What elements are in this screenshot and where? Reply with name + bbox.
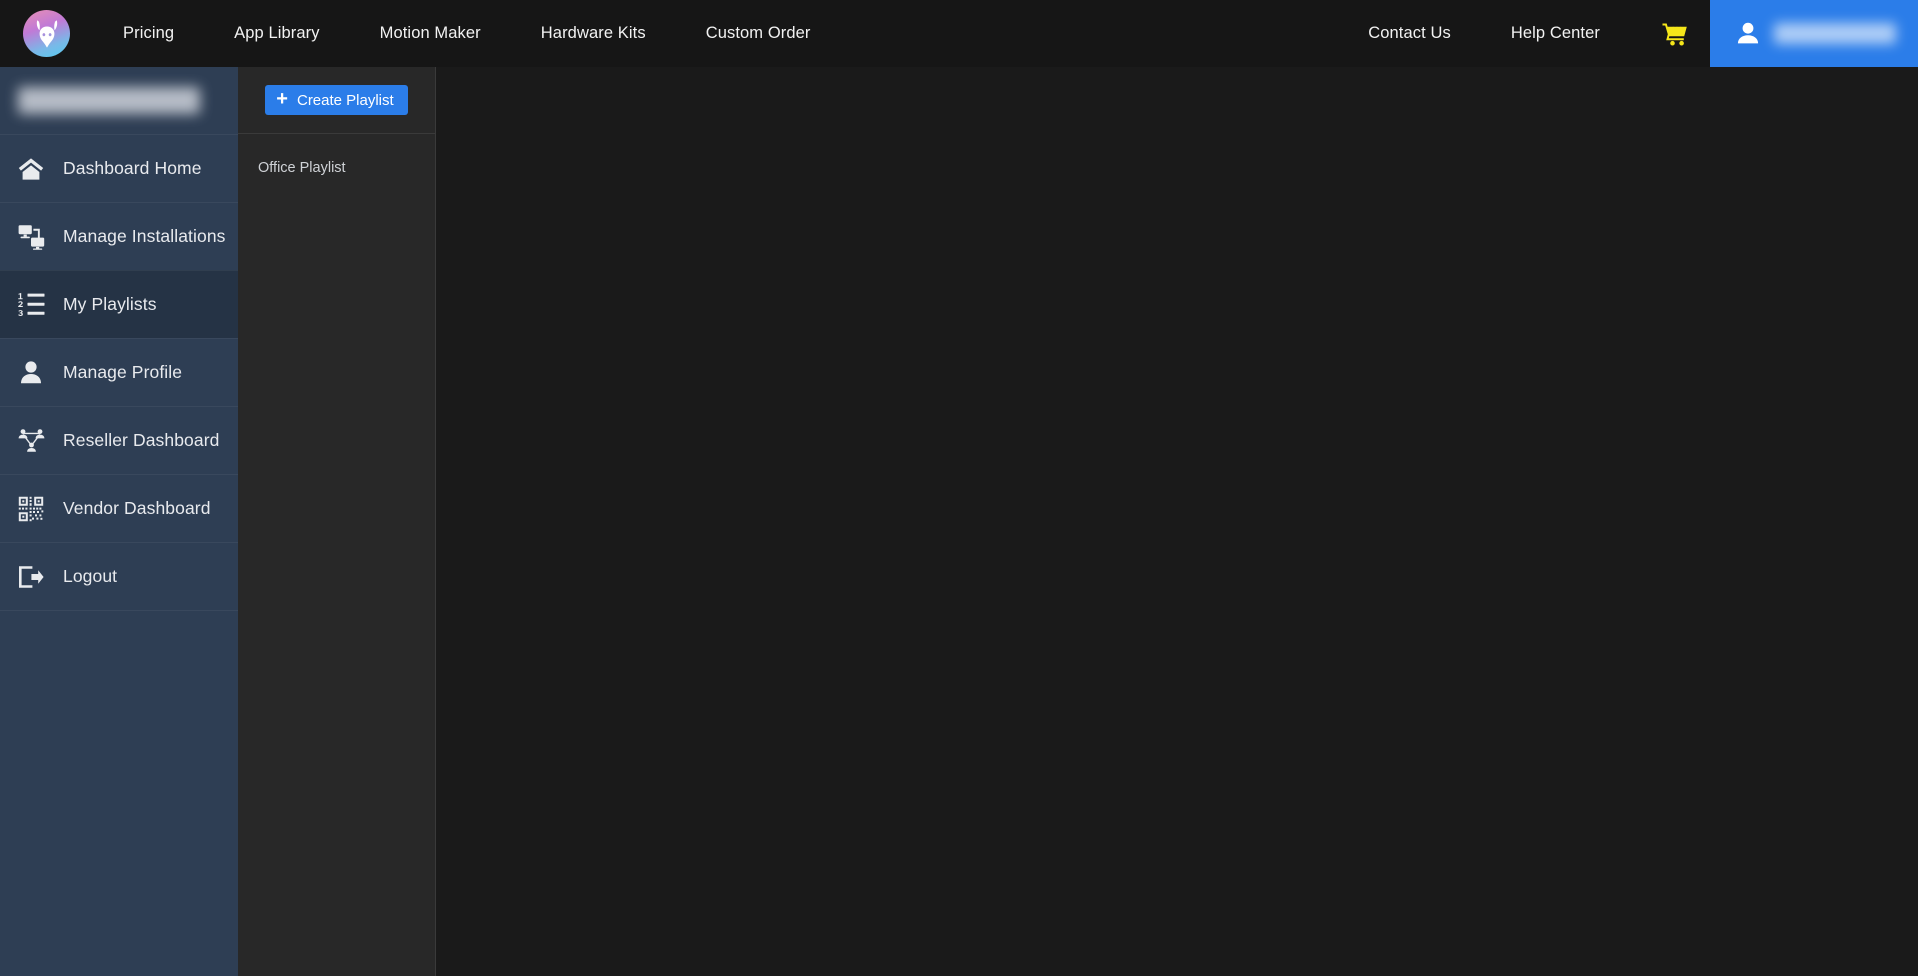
numbered-list-icon [12, 292, 50, 317]
sidebar-user-block [0, 67, 238, 134]
sidebar-item-vendor-dashboard[interactable]: Vendor Dashboard [0, 474, 238, 542]
sidebar-item-label: Logout [63, 566, 118, 586]
create-playlist-button[interactable]: + Create Playlist [265, 85, 408, 115]
sidebar-username-redacted [18, 87, 200, 114]
sidebar-item-label: Reseller Dashboard [63, 430, 220, 450]
person-icon [12, 360, 50, 385]
sidebar-item-reseller-dashboard[interactable]: Reseller Dashboard [0, 406, 238, 474]
sidebar-item-label: Manage Installations [63, 226, 226, 246]
nav-link-app-library[interactable]: App Library [234, 0, 319, 67]
sidebar-item-logout[interactable]: Logout [0, 542, 238, 610]
nav-link-contact-us[interactable]: Contact Us [1368, 0, 1451, 67]
account-button[interactable] [1710, 0, 1918, 67]
sidebar-item-label: My Playlists [63, 294, 157, 314]
home-icon [12, 157, 50, 181]
screens-network-icon [12, 224, 50, 250]
sidebar-item-label: Manage Profile [63, 362, 183, 382]
shopping-cart-button[interactable] [1662, 22, 1688, 46]
top-navigation-bar: Pricing App Library Motion Maker Hardwar… [0, 0, 1918, 67]
account-username-redacted [1774, 23, 1896, 44]
secondary-nav-links: Contact Us Help Center [1308, 0, 1918, 67]
body-region: Dashboard Home Manage Installations My P… [0, 67, 1918, 976]
sidebar-item-manage-profile[interactable]: Manage Profile [0, 338, 238, 406]
nav-link-motion-maker[interactable]: Motion Maker [380, 0, 481, 67]
create-playlist-label: Create Playlist [296, 91, 394, 109]
sidebar-item-my-playlists[interactable]: My Playlists [0, 270, 238, 338]
sidebar-item-dashboard-home[interactable]: Dashboard Home [0, 134, 238, 202]
sidebar-item-label: Dashboard Home [63, 158, 202, 178]
sidebar-empty-space [0, 610, 238, 976]
app-root: Pricing App Library Motion Maker Hardwar… [0, 0, 1918, 976]
sidebar-nav: Dashboard Home Manage Installations My P… [0, 134, 238, 610]
main-content-area [436, 67, 1918, 976]
logout-arrow-icon [12, 565, 50, 589]
nav-link-help-center[interactable]: Help Center [1511, 0, 1600, 67]
plus-icon: + [276, 88, 288, 110]
playlist-list[interactable]: Office Playlist [238, 134, 435, 976]
primary-nav-links: Pricing App Library Motion Maker Hardwar… [123, 0, 871, 67]
user-person-icon [1737, 22, 1759, 44]
gazelle-head-logo-icon[interactable] [23, 10, 70, 57]
playlist-panel: + Create Playlist Office Playlist [238, 67, 436, 976]
playlist-panel-header: + Create Playlist [238, 67, 435, 134]
sidebar-item-manage-installations[interactable]: Manage Installations [0, 202, 238, 270]
shopping-cart-icon [1662, 23, 1687, 45]
list-item[interactable]: Office Playlist [238, 154, 435, 182]
sidebar-item-label: Vendor Dashboard [63, 498, 211, 518]
nav-link-pricing[interactable]: Pricing [123, 0, 174, 67]
nav-link-hardware-kits[interactable]: Hardware Kits [541, 0, 646, 67]
qr-code-icon [12, 496, 50, 522]
nav-link-custom-order[interactable]: Custom Order [706, 0, 811, 67]
network-share-icon [12, 428, 50, 454]
left-sidebar: Dashboard Home Manage Installations My P… [0, 67, 238, 976]
